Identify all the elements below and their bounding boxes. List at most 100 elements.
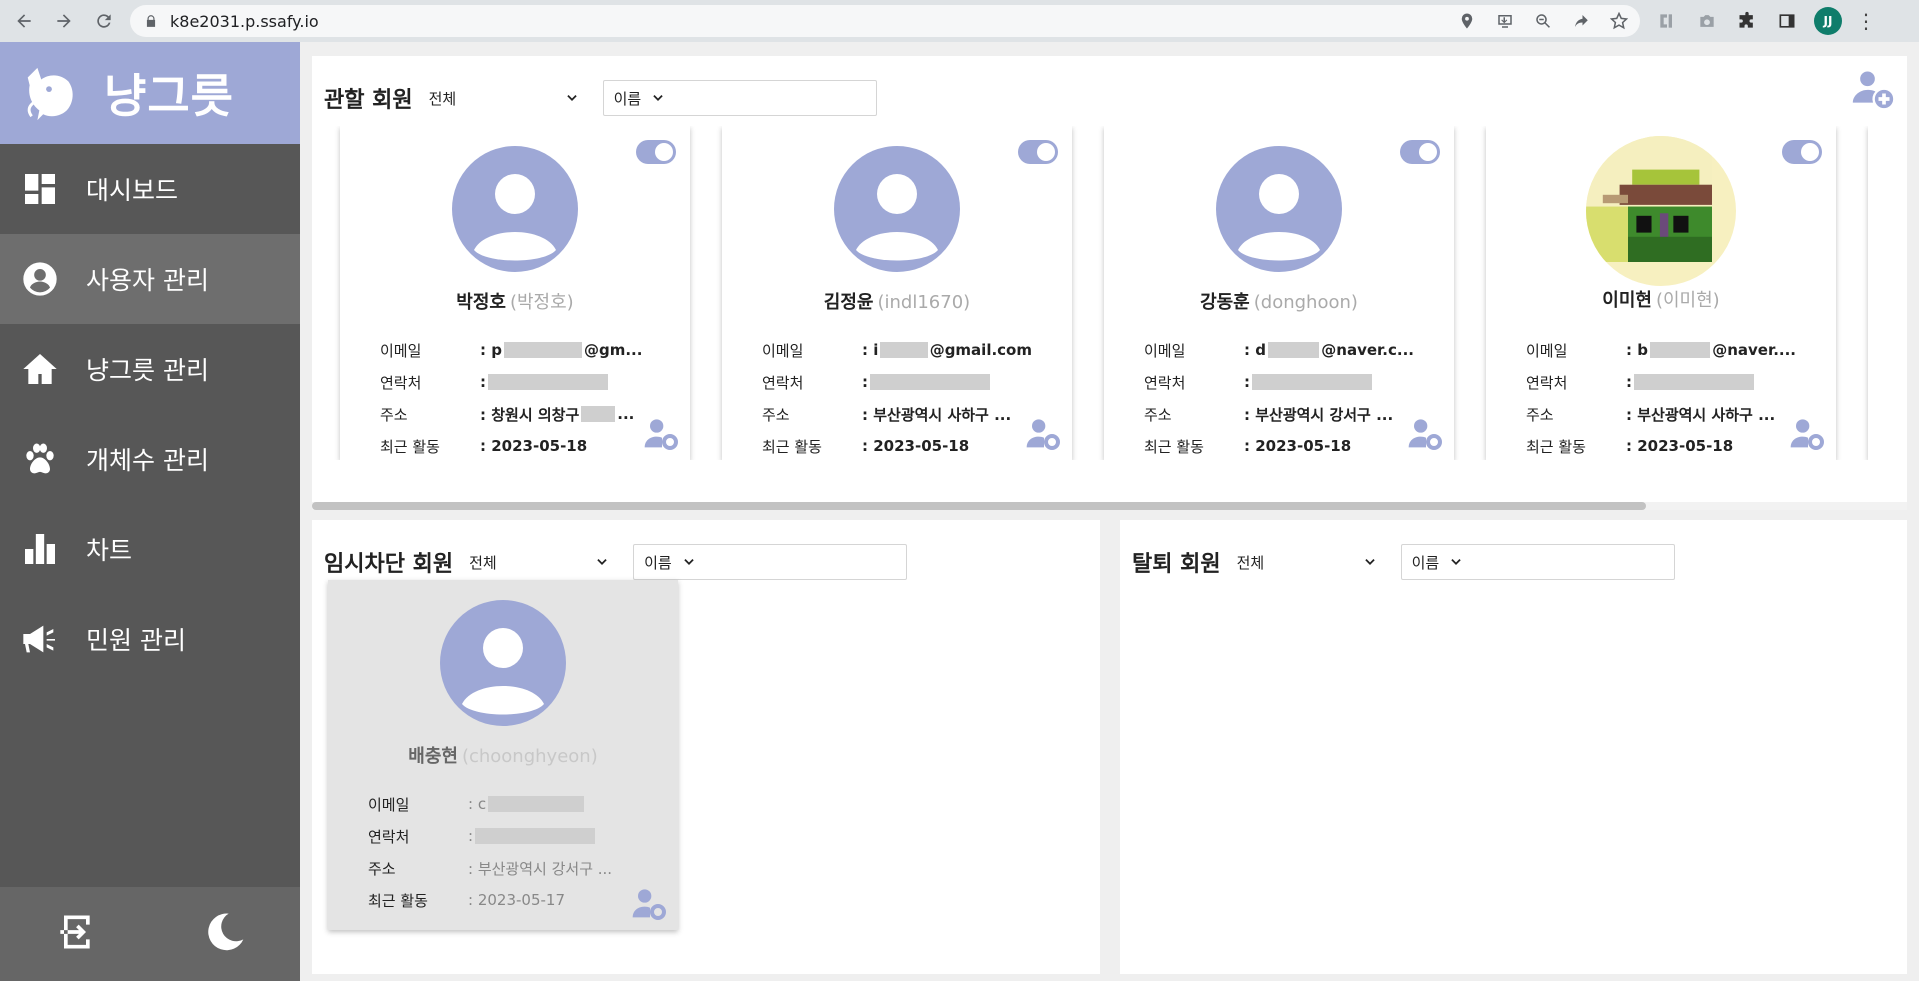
camera-icon[interactable] xyxy=(1694,8,1720,34)
user-gear-icon xyxy=(644,419,678,450)
share-icon[interactable] xyxy=(1570,10,1592,32)
address-label: 주소 xyxy=(1144,405,1172,424)
recent-value: : 2023-05-18 xyxy=(1626,437,1734,455)
member-status-toggle[interactable] xyxy=(1018,140,1058,164)
dark-mode-moon-icon[interactable] xyxy=(203,910,247,958)
chevron-down-icon xyxy=(1451,559,1461,565)
logout-icon[interactable] xyxy=(53,910,97,958)
reload-icon[interactable] xyxy=(88,5,120,37)
member-card[interactable]: 강동훈 (donghoon) 이메일: d @naver.c... 연락처: 주소:… xyxy=(1104,126,1454,460)
address-label: 주소 xyxy=(762,405,790,424)
member-card[interactable]: 박정호 (박정호) 이메일: p @gm... 연락처: 주소: 창원시 의창구..… xyxy=(340,126,690,460)
brand-logo-area[interactable]: 냥그릇 xyxy=(0,42,300,144)
managed-members-panel: 관할 회원 전체 이름 박정호 (박정호) 이메일: p @gm... 연락처: 주… xyxy=(312,56,1907,510)
blocked-members-panel: 임시차단 회원 전체 이름 배충현 (choonghyeon) 이메일: c 연락… xyxy=(312,520,1100,974)
member-info: 이메일: i @gmail.com 연락처: 주소: 부산광역시 사하구 ... … xyxy=(762,334,1052,460)
recent-label: 최근 활동 xyxy=(762,437,822,456)
sidebar-item-complaints[interactable]: 민원 관리 xyxy=(0,594,300,684)
withdrawn-search-field: 이름 xyxy=(1411,553,1440,572)
add-user-button[interactable] xyxy=(1851,66,1895,110)
member-info: 이메일: c 연락처: 주소: 부산광역시 강서구 ... 최근 활동: 202… xyxy=(368,788,658,916)
home-icon xyxy=(20,349,60,389)
scrollbar-thumb[interactable] xyxy=(312,502,1646,510)
menu-dots-icon[interactable]: ⋮ xyxy=(1856,9,1876,33)
member-card[interactable]: 이미현 (이미현) 이메일: b @naver.... 연락처: 주소: 부산광역시… xyxy=(1486,126,1836,460)
withdrawn-filter-value: 전체 xyxy=(1236,553,1265,572)
member-status-toggle[interactable] xyxy=(1782,140,1822,164)
member-info: 이메일: d @naver.c... 연락처: 주소: 부산광역시 강서구 ...… xyxy=(1144,334,1434,460)
address-label: 주소 xyxy=(1526,405,1554,424)
user-settings-button[interactable] xyxy=(644,418,680,450)
lock-icon xyxy=(146,15,156,27)
email-value: : p @gm... xyxy=(480,341,643,359)
address-label: 주소 xyxy=(368,859,396,878)
chevron-down-icon xyxy=(597,559,607,565)
phone-label: 연락처 xyxy=(380,373,422,392)
withdrawn-filter-select[interactable]: 전체 xyxy=(1237,552,1377,573)
avatar-photo xyxy=(1586,136,1736,286)
cat-logo-icon xyxy=(27,67,73,121)
member-status-toggle[interactable] xyxy=(636,140,676,164)
back-icon[interactable] xyxy=(8,5,40,37)
side-panel-icon[interactable] xyxy=(1774,8,1800,34)
horizontal-scrollbar[interactable] xyxy=(312,502,1907,510)
user-gear-icon xyxy=(1790,419,1824,450)
recent-value: : 2023-05-18 xyxy=(1244,437,1352,455)
sidebar-item-population[interactable]: 개체수 관리 xyxy=(0,414,300,504)
forward-icon[interactable] xyxy=(48,5,80,37)
user-gear-icon xyxy=(1408,419,1442,450)
email-label: 이메일 xyxy=(762,341,804,360)
email-value: : d @naver.c... xyxy=(1244,341,1414,359)
puzzle-icon[interactable] xyxy=(1734,8,1760,34)
recent-label: 최근 활동 xyxy=(1144,437,1204,456)
address-value: : 부산광역시 사하구 ... xyxy=(1626,405,1776,424)
address-bar[interactable]: k8e2031.p.ssafy.io xyxy=(130,5,1640,37)
member-card[interactable]: 김정윤 (indl1670) 이메일: i @gmail.com 연락처: 주소: … xyxy=(722,126,1072,460)
url-text: k8e2031.p.ssafy.io xyxy=(170,11,319,31)
sidebar-item-label: 민원 관리 xyxy=(86,626,186,655)
blocked-members-title: 임시차단 회원 xyxy=(324,552,454,577)
sidebar-item-users[interactable]: 사용자 관리 xyxy=(0,234,300,324)
add-user-icon xyxy=(1852,71,1894,109)
blocked-member-card[interactable]: 배충현 (choonghyeon) 이메일: c 연락처: 주소: 부산광역시 강… xyxy=(328,580,678,930)
member-card-partial[interactable] xyxy=(1868,126,1907,460)
sidebar-item-chart[interactable]: 차트 xyxy=(0,504,300,594)
blocked-search-field: 이름 xyxy=(644,553,672,572)
sidebar-item-dashboard[interactable]: 대시보드 xyxy=(0,144,300,234)
recent-label: 최근 활동 xyxy=(368,891,428,910)
managed-search-field: 이름 xyxy=(613,89,642,108)
sidebar: 냥그릇 대시보드 사용자 관리 냥그릇 관리 개체수 관리 차트 민원 관리 xyxy=(0,42,300,981)
sidebar-item-label: 사용자 관리 xyxy=(86,266,209,295)
megaphone-icon xyxy=(20,619,60,659)
user-settings-button[interactable] xyxy=(1790,418,1826,450)
blocked-filter-select[interactable]: 전체 xyxy=(469,552,609,573)
extension-c-icon[interactable] xyxy=(1654,8,1680,34)
brand-name: 냥그릇 xyxy=(104,69,234,123)
recent-label: 최근 활동 xyxy=(380,437,440,456)
member-status-toggle[interactable] xyxy=(1400,140,1440,164)
location-icon[interactable] xyxy=(1456,10,1478,32)
withdrawn-search-box[interactable]: 이름 xyxy=(1400,544,1675,580)
bookmark-star-icon[interactable] xyxy=(1608,10,1630,32)
user-circle-icon xyxy=(20,259,60,299)
phone-label: 연락처 xyxy=(762,373,804,392)
user-settings-button[interactable] xyxy=(632,888,668,920)
paw-icon xyxy=(20,439,60,479)
address-value: : 창원시 의창구... xyxy=(480,405,635,424)
blocked-search-box[interactable]: 이름 xyxy=(633,544,908,580)
managed-members-title: 관할 회원 xyxy=(324,88,413,113)
email-value: : b @naver.... xyxy=(1626,341,1796,359)
managed-filter-select[interactable]: 전체 xyxy=(429,88,579,109)
member-name: 강동훈 (donghoon) xyxy=(1200,292,1358,313)
sidebar-item-bowls[interactable]: 냥그릇 관리 xyxy=(0,324,300,414)
install-icon[interactable] xyxy=(1494,10,1516,32)
user-settings-button[interactable] xyxy=(1026,418,1062,450)
avatar xyxy=(1216,146,1342,272)
managed-card-row: 박정호 (박정호) 이메일: p @gm... 연락처: 주소: 창원시 의창구..… xyxy=(328,126,1907,460)
zoom-icon[interactable] xyxy=(1532,10,1554,32)
profile-avatar[interactable]: JJ xyxy=(1814,7,1842,35)
sidebar-footer xyxy=(0,887,300,981)
avatar xyxy=(452,146,578,272)
managed-search-box[interactable]: 이름 xyxy=(602,80,877,116)
user-settings-button[interactable] xyxy=(1408,418,1444,450)
